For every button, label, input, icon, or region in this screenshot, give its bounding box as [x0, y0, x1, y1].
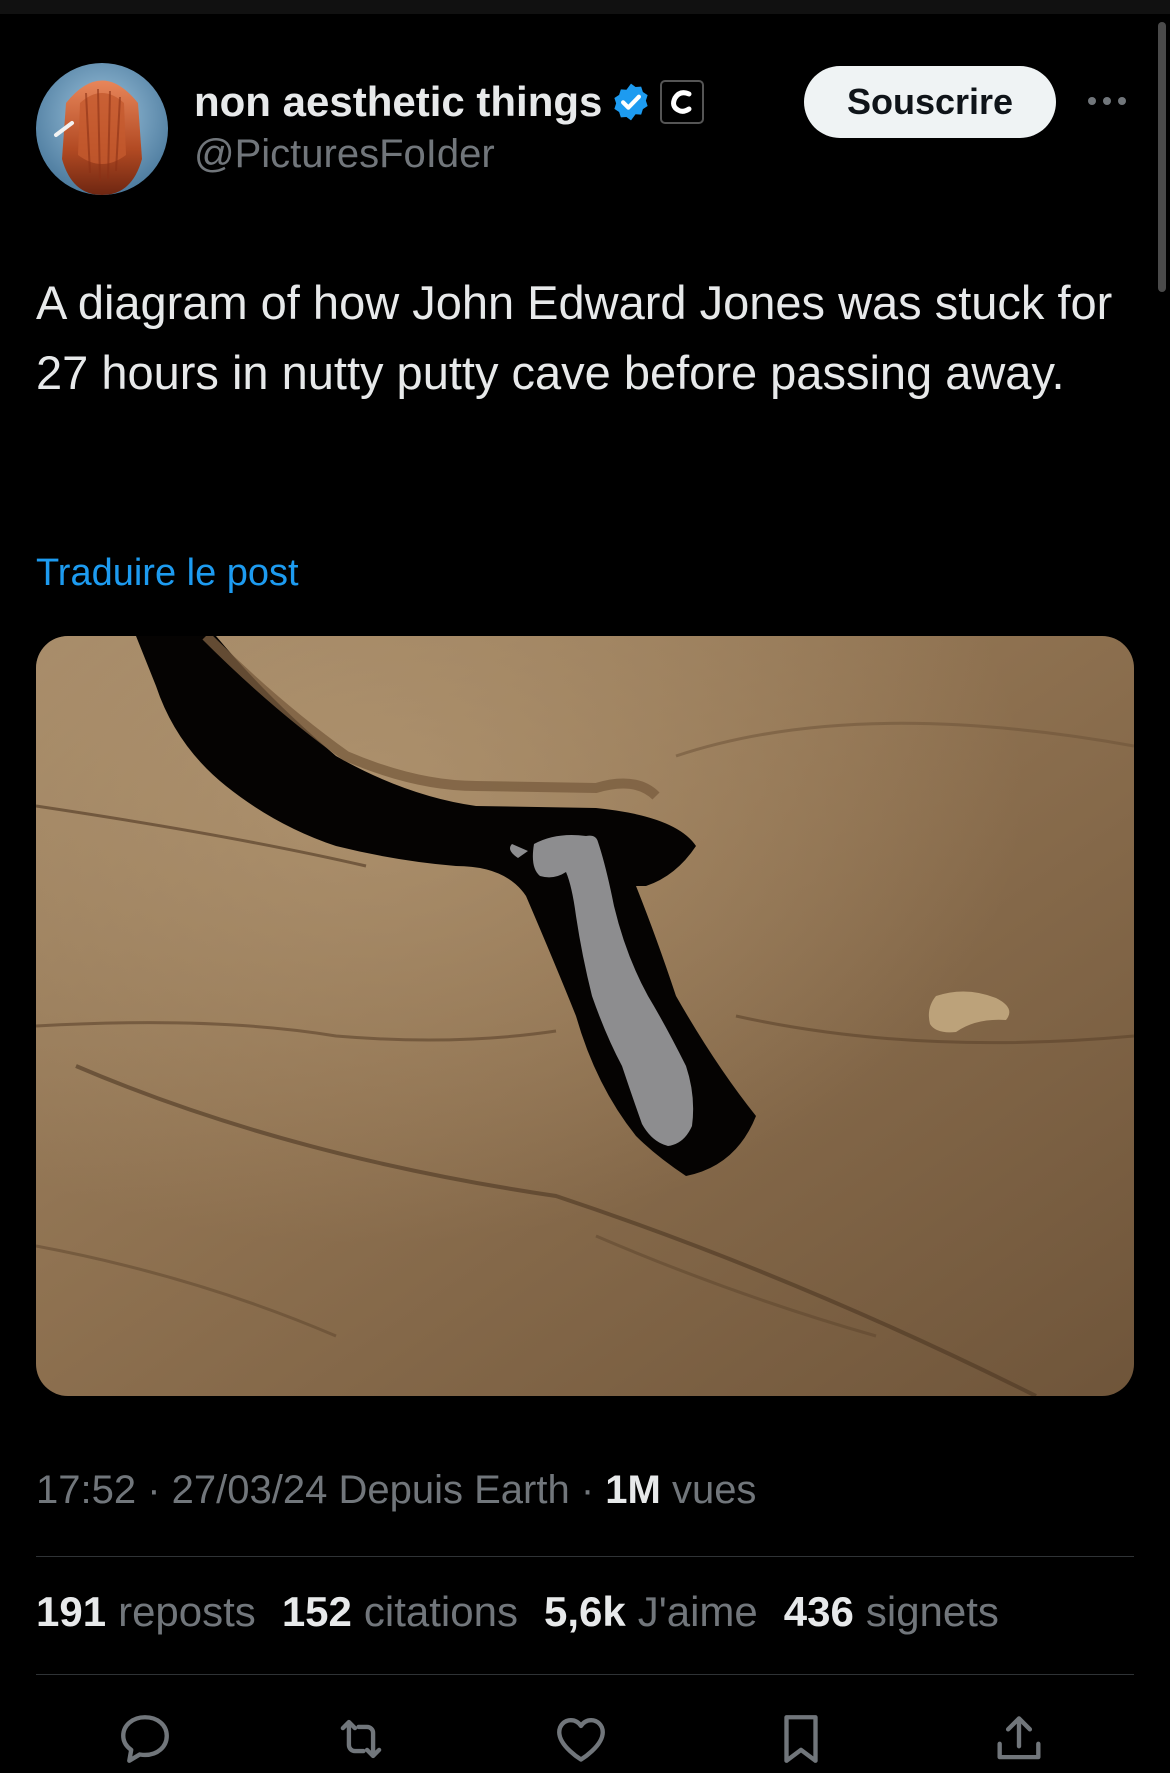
likes-count: 5,6k	[543, 1588, 626, 1635]
status-bar	[0, 0, 1170, 14]
meta-separator: ·	[569, 1468, 606, 1512]
subscribe-button[interactable]: Souscrire	[804, 66, 1056, 138]
verified-badge-icon	[610, 81, 652, 123]
post-meta: 17:52 · 27/03/24 Depuis Earth · 1M vues	[36, 1468, 756, 1513]
bookmarks-count: 436	[783, 1588, 854, 1635]
quotes-stat[interactable]: 152 citations	[282, 1588, 518, 1636]
avatar[interactable]	[36, 63, 168, 195]
post-source: Depuis Earth	[327, 1468, 570, 1512]
divider	[36, 1556, 1134, 1557]
like-icon[interactable]	[552, 1710, 610, 1768]
bookmarks-stat[interactable]: 436 signets	[784, 1588, 999, 1636]
divider	[36, 1674, 1134, 1675]
author-name[interactable]: non aesthetic things	[194, 78, 602, 126]
views-label: vues	[660, 1468, 757, 1512]
bookmarks-label: signets	[865, 1588, 999, 1635]
cave-diagram-image[interactable]	[36, 636, 1134, 1396]
likes-label: J'aime	[637, 1588, 758, 1635]
bookmark-icon[interactable]	[772, 1710, 830, 1768]
post-date[interactable]: 27/03/24	[172, 1468, 328, 1512]
quotes-count: 152	[281, 1588, 352, 1635]
author-name-row[interactable]: non aesthetic things	[194, 74, 705, 130]
meta-separator: ·	[136, 1468, 172, 1512]
post-time[interactable]: 17:52	[36, 1468, 136, 1512]
scrollbar[interactable]	[1158, 22, 1166, 292]
c-affiliate-icon[interactable]	[660, 80, 705, 124]
author-handle[interactable]: @PicturesFoIder	[194, 132, 495, 177]
engagement-stats: 191 reposts 152 citations 5,6k J'aime 43…	[36, 1588, 999, 1636]
reposts-label: reposts	[118, 1588, 256, 1635]
reposts-stat[interactable]: 191 reposts	[36, 1588, 256, 1636]
post-text: A diagram of how John Edward Jones was s…	[36, 276, 1113, 399]
reposts-count: 191	[36, 1588, 107, 1635]
quotes-label: citations	[363, 1588, 518, 1635]
repost-icon[interactable]	[332, 1710, 390, 1768]
reply-icon[interactable]	[116, 1710, 174, 1768]
share-icon[interactable]	[990, 1710, 1048, 1768]
more-horizontal-icon[interactable]	[1084, 86, 1130, 116]
likes-stat[interactable]: 5,6k J'aime	[544, 1588, 758, 1636]
translate-post-link[interactable]: Traduire le post	[36, 552, 299, 595]
views-count: 1M	[605, 1468, 661, 1512]
